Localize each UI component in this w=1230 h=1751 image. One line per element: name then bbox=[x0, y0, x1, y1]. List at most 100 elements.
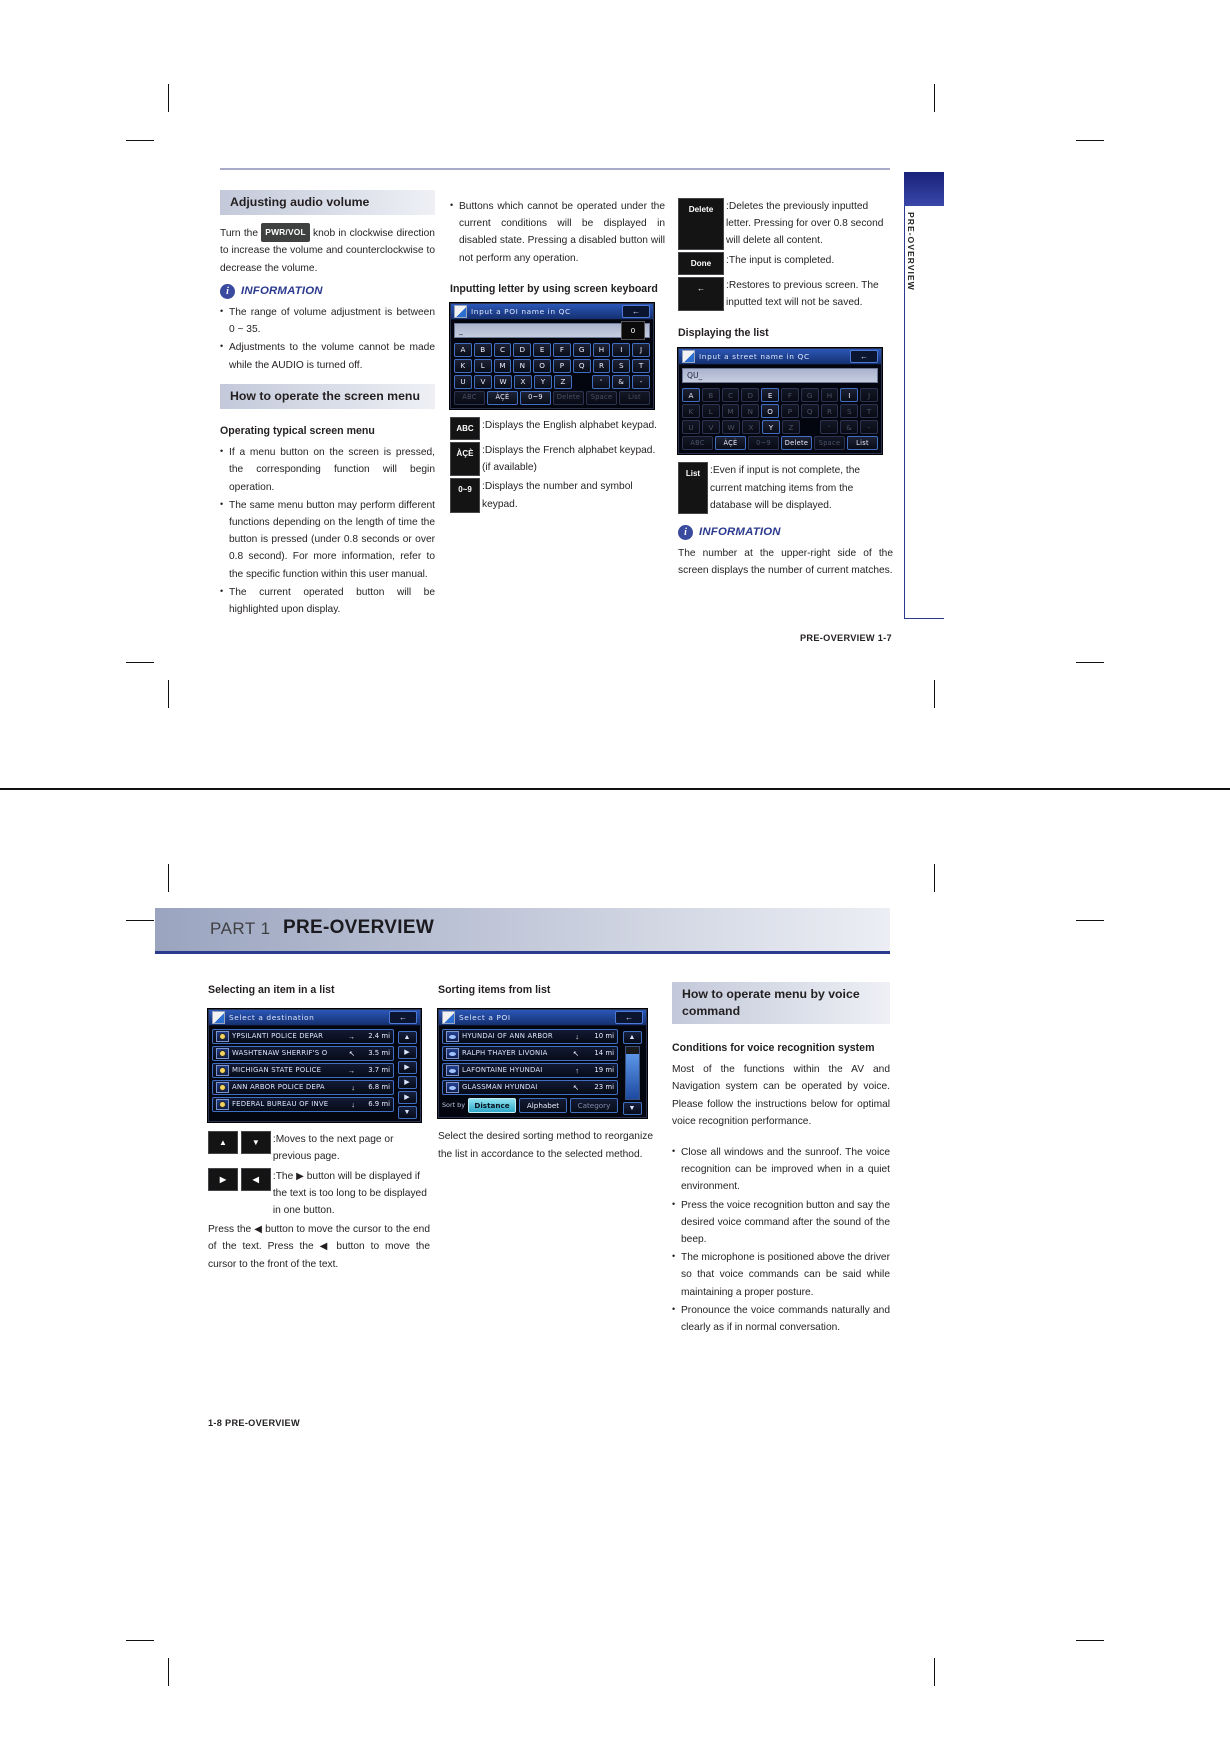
key-delete[interactable]: Delete bbox=[553, 390, 584, 405]
key-accents[interactable]: ÀÇÈ bbox=[715, 436, 746, 451]
key-e[interactable]: E bbox=[761, 388, 779, 403]
key-h[interactable]: H bbox=[592, 342, 611, 357]
key-u[interactable]: U bbox=[682, 420, 700, 435]
key-ampersand[interactable]: & bbox=[612, 374, 630, 389]
list-item[interactable]: LAFONTAINE HYUNDAI ↑ 19 mi bbox=[442, 1063, 618, 1079]
list-item[interactable]: FEDERAL BUREAU OF INVE ↓ 6.9 mi bbox=[212, 1097, 394, 1113]
key-hyphen[interactable]: - bbox=[632, 374, 650, 389]
key-n[interactable]: N bbox=[741, 404, 760, 419]
key-q[interactable]: Q bbox=[800, 404, 819, 419]
key-n[interactable]: N bbox=[513, 358, 532, 373]
key-j[interactable]: J bbox=[632, 342, 650, 357]
operating-menu-bullets: If a menu button on the screen is presse… bbox=[220, 443, 435, 618]
key-list[interactable]: List bbox=[619, 390, 650, 405]
key-r[interactable]: R bbox=[820, 404, 839, 419]
key-k[interactable]: K bbox=[454, 358, 472, 373]
key-v[interactable]: V bbox=[702, 420, 720, 435]
key-i[interactable]: I bbox=[612, 342, 631, 357]
key-d[interactable]: D bbox=[513, 342, 532, 357]
key-c[interactable]: C bbox=[493, 342, 512, 357]
scroll-down-button[interactable]: ▼ bbox=[622, 1102, 642, 1116]
back-button[interactable]: ← bbox=[850, 350, 878, 364]
key-apostrophe[interactable]: ' bbox=[592, 374, 610, 389]
key-j[interactable]: J bbox=[860, 388, 878, 403]
back-button[interactable]: ← bbox=[389, 1011, 417, 1025]
back-button[interactable]: ← bbox=[615, 1011, 643, 1025]
expand-right-button-4[interactable]: ▶ bbox=[397, 1091, 417, 1105]
crop-mark bbox=[934, 1658, 935, 1686]
key-a[interactable]: A bbox=[682, 388, 700, 403]
key-p[interactable]: P bbox=[552, 358, 571, 373]
scrollbar-thumb[interactable] bbox=[625, 1054, 639, 1100]
sort-option-category[interactable]: Category bbox=[569, 1098, 618, 1114]
key-r[interactable]: R bbox=[592, 358, 611, 373]
key-s[interactable]: S bbox=[612, 358, 631, 373]
key-l[interactable]: L bbox=[473, 358, 492, 373]
key-i[interactable]: I bbox=[840, 388, 859, 403]
key-t[interactable]: T bbox=[860, 404, 878, 419]
key-numbers[interactable]: 0~9 bbox=[520, 390, 551, 405]
key-x[interactable]: X bbox=[742, 420, 760, 435]
key-b[interactable]: B bbox=[473, 342, 492, 357]
key-b[interactable]: B bbox=[701, 388, 720, 403]
key-w[interactable]: W bbox=[494, 374, 512, 389]
key-o[interactable]: O bbox=[761, 404, 779, 419]
key-space[interactable]: Space bbox=[586, 390, 617, 405]
expand-right-button-2[interactable]: ▶ bbox=[397, 1061, 417, 1075]
key-l[interactable]: L bbox=[701, 404, 720, 419]
key-space[interactable]: Space bbox=[814, 436, 845, 451]
key-apostrophe[interactable]: ' bbox=[820, 420, 838, 435]
key-abc[interactable]: ABC bbox=[454, 390, 485, 405]
key-hyphen[interactable]: - bbox=[860, 420, 878, 435]
key-h[interactable]: H bbox=[820, 388, 839, 403]
key-p[interactable]: P bbox=[780, 404, 799, 419]
key-delete[interactable]: Delete bbox=[781, 436, 812, 451]
key-y[interactable]: Y bbox=[534, 374, 552, 389]
key-abc[interactable]: ABC bbox=[682, 436, 713, 451]
key-numbers[interactable]: 0~9 bbox=[748, 436, 779, 451]
key-a[interactable]: A bbox=[454, 342, 472, 357]
key-y[interactable]: Y bbox=[762, 420, 780, 435]
list-item[interactable]: HYUNDAI OF ANN ARBOR ↓ 10 mi bbox=[442, 1029, 618, 1045]
key-f[interactable]: F bbox=[552, 342, 571, 357]
list-item[interactable]: WASHTENAW SHERRIF'S O ↖ 3.5 mi bbox=[212, 1046, 394, 1062]
text-input-field[interactable]: _ 0 bbox=[454, 320, 650, 340]
list-item[interactable]: GLASSMAN HYUNDAI ↖ 23 mi bbox=[442, 1080, 618, 1096]
key-m[interactable]: M bbox=[721, 404, 740, 419]
sort-option-alphabet[interactable]: Alphabet bbox=[518, 1098, 567, 1114]
key-e[interactable]: E bbox=[533, 342, 551, 357]
key-f[interactable]: F bbox=[780, 388, 799, 403]
list-item[interactable]: YPSILANTI POLICE DEPAR → 2.4 mi bbox=[212, 1029, 394, 1045]
expand-right-button[interactable]: ▶ bbox=[397, 1046, 417, 1060]
back-button[interactable]: ← bbox=[622, 304, 650, 318]
list-item[interactable]: MICHIGAN STATE POLICE → 3.7 mi bbox=[212, 1063, 394, 1079]
key-list[interactable]: List bbox=[847, 436, 878, 451]
key-g[interactable]: G bbox=[800, 388, 819, 403]
key-accents[interactable]: ÀÇÈ bbox=[487, 390, 518, 405]
sort-option-distance[interactable]: Distance bbox=[467, 1098, 516, 1114]
key-w[interactable]: W bbox=[722, 420, 740, 435]
list-item[interactable]: ANN ARBOR POLICE DEPA ↓ 6.8 mi bbox=[212, 1080, 394, 1096]
key-o[interactable]: O bbox=[533, 358, 551, 373]
key-g[interactable]: G bbox=[572, 342, 591, 357]
text-input-field[interactable]: QU_ bbox=[682, 368, 878, 384]
scroll-up-button[interactable]: ▲ bbox=[397, 1031, 417, 1045]
scrollbar-track[interactable] bbox=[624, 1046, 640, 1101]
expand-right-button-3[interactable]: ▶ bbox=[397, 1076, 417, 1090]
scroll-down-button[interactable]: ▼ bbox=[397, 1106, 417, 1120]
key-z[interactable]: Z bbox=[782, 420, 800, 435]
key-x[interactable]: X bbox=[514, 374, 532, 389]
key-t[interactable]: T bbox=[632, 358, 650, 373]
list-item[interactable]: RALPH THAYER LIVONIA ↖ 14 mi bbox=[442, 1046, 618, 1062]
key-k[interactable]: K bbox=[682, 404, 700, 419]
key-s[interactable]: S bbox=[840, 404, 859, 419]
key-d[interactable]: D bbox=[741, 388, 760, 403]
key-u[interactable]: U bbox=[454, 374, 472, 389]
key-v[interactable]: V bbox=[474, 374, 492, 389]
key-z[interactable]: Z bbox=[554, 374, 572, 389]
scroll-up-button[interactable]: ▲ bbox=[622, 1031, 642, 1045]
key-m[interactable]: M bbox=[493, 358, 512, 373]
key-q[interactable]: Q bbox=[572, 358, 591, 373]
key-ampersand[interactable]: & bbox=[840, 420, 858, 435]
key-c[interactable]: C bbox=[721, 388, 740, 403]
